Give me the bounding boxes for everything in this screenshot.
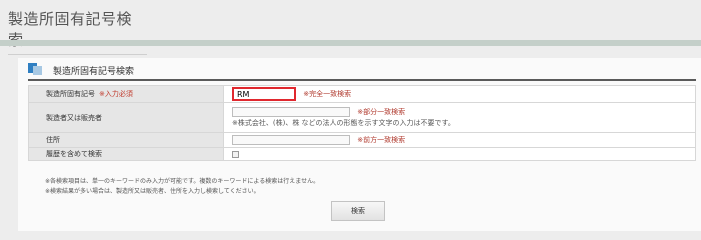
maker-field-cell: ※部分一致検索 ※株式会社、(株)、株 などの法人の形態を示す文字の入力は不要で… (223, 102, 696, 133)
code-input[interactable] (232, 87, 296, 101)
code-label-cell: 製造所固有記号 ※入力必須 (28, 85, 224, 103)
address-match-hint: ※前方一致検索 (357, 136, 406, 144)
maker-label-cell: 製造者又は販売者 (28, 102, 224, 133)
history-field-cell (223, 147, 696, 161)
code-field-cell: ※完全一致検索 (223, 85, 696, 103)
note-line: ※各検索項目は、単一のキーワードのみ入力が可能です。複数のキーワードによる検索は… (45, 178, 320, 185)
page-title: 製造所固有記号検索 (8, 8, 147, 55)
required-mark: ※入力必須 (99, 90, 133, 98)
maker-label: 製造者又は販売者 (46, 113, 102, 122)
note-line: ※検索結果が多い場合は、製造所又は販売者、住所を入力し検索してください。 (45, 188, 260, 195)
history-label-cell: 履歴を含めて検索 (28, 147, 224, 161)
search-button[interactable]: 検索 (331, 201, 385, 221)
section-square-icon (28, 63, 42, 75)
address-field-cell: ※前方一致検索 (223, 132, 696, 148)
form-row-code: 製造所固有記号 ※入力必須 ※完全一致検索 (28, 85, 696, 103)
search-form-table: 製造所固有記号 ※入力必須 ※完全一致検索 製造者又は販売者 ※部分一致検索 ※株… (28, 85, 696, 161)
search-notes: ※各検索項目は、単一のキーワードのみ入力が可能です。複数のキーワードによる検索は… (45, 177, 319, 197)
address-label: 住所 (46, 136, 60, 144)
code-label: 製造所固有記号 (46, 90, 95, 98)
address-input[interactable] (232, 135, 350, 145)
maker-match-hint: ※部分一致検索 (357, 108, 406, 116)
history-label: 履歴を含めて検索 (46, 150, 102, 158)
form-row-maker: 製造者又は販売者 ※部分一致検索 ※株式会社、(株)、株 などの法人の形態を示す… (28, 102, 696, 133)
form-row-history: 履歴を含めて検索 (28, 147, 696, 161)
maker-input[interactable] (232, 107, 350, 117)
address-label-cell: 住所 (28, 132, 224, 148)
maker-note: ※株式会社、(株)、株 などの法人の形態を示す文字の入力は不要です。 (232, 119, 455, 127)
section-title: 製造所固有記号検索 (53, 67, 135, 77)
history-checkbox[interactable] (232, 150, 239, 158)
form-row-address: 住所 ※前方一致検索 (28, 132, 696, 148)
header-divider-band (0, 40, 701, 46)
section-header: 製造所固有記号検索 (28, 63, 696, 81)
code-match-hint: ※完全一致検索 (303, 90, 352, 98)
